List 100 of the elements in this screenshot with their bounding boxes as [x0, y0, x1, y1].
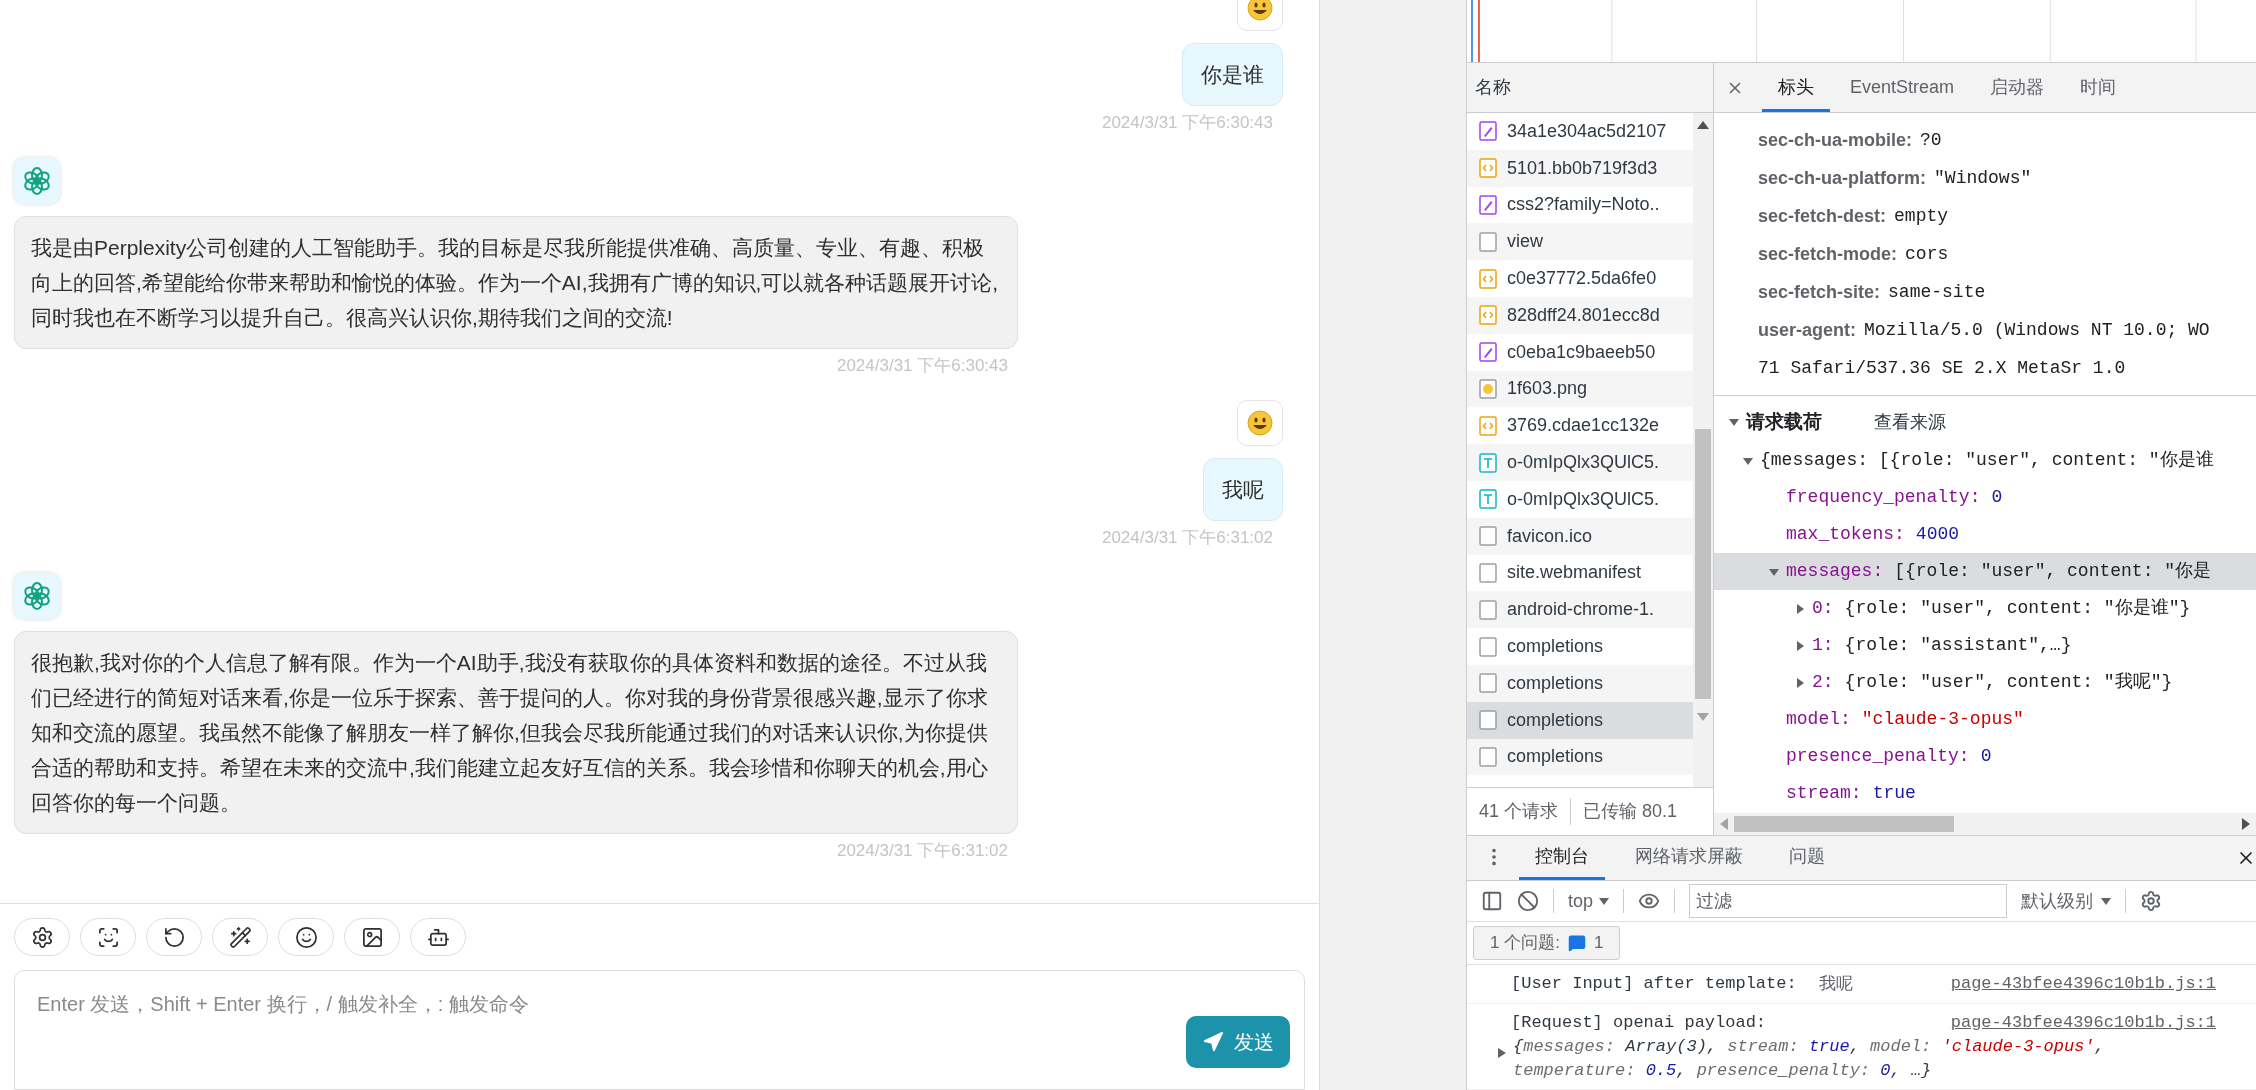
triangle-down-icon[interactable] — [1728, 416, 1740, 428]
details-tab[interactable]: EventStream — [1834, 66, 1971, 112]
level-dropdown[interactable]: 默认级别 — [2021, 887, 2112, 915]
request-name: completions — [1507, 708, 1604, 732]
tree-row[interactable]: {messages: [{role: "user", content: "你是谁 — [1714, 442, 2256, 479]
request-row[interactable]: 828dff24.801ecc8d — [1467, 297, 1693, 334]
details-tab[interactable]: 启动器 — [1974, 66, 2061, 112]
tool-button[interactable] — [278, 918, 334, 956]
user-message-bubble: 你是谁 — [1182, 43, 1283, 106]
tool-button[interactable] — [14, 918, 70, 956]
triangle-right-icon[interactable] — [1794, 676, 1806, 689]
file-icon — [1479, 636, 1497, 657]
font-file-icon — [1479, 489, 1497, 510]
property-text: model: "claude-3-opus" — [1786, 708, 2024, 731]
scrollbar[interactable] — [1693, 113, 1713, 787]
clear-icon[interactable] — [1517, 890, 1539, 912]
request-name: completions — [1507, 745, 1604, 769]
request-name: 5101.bb0b719f3d3 — [1507, 156, 1658, 180]
context-dropdown[interactable]: top — [1568, 887, 1610, 915]
tool-button[interactable] — [410, 918, 466, 956]
triangle-right-icon[interactable] — [1794, 639, 1806, 652]
font-file-icon — [1479, 452, 1497, 473]
file-icon — [1479, 231, 1497, 252]
request-row[interactable]: completions — [1467, 738, 1693, 776]
send-button[interactable]: 发送 — [1186, 1016, 1290, 1068]
tree-row[interactable]: 2: {role: "user", content: "我呢"} — [1714, 664, 2256, 701]
rotate-icon — [162, 925, 186, 949]
message-timestamp: 2024/3/31 下午6:30:43 — [836, 354, 1008, 377]
input-placeholder: Enter 发送，Shift + Enter 换行，/ 触发补全，: 触发命令 — [37, 992, 530, 1017]
property-text: max_tokens: 4000 — [1786, 523, 1960, 546]
pen-file-icon — [1479, 121, 1497, 142]
settings-icon[interactable] — [2140, 890, 2163, 912]
network-summary: 已传输 80.1 — [1570, 798, 1678, 825]
console-tab[interactable]: 网络请求屏蔽 — [1619, 836, 1759, 880]
request-name: completions — [1507, 635, 1604, 659]
request-row[interactable]: favicon.ico — [1467, 517, 1693, 555]
request-row[interactable]: completions — [1467, 664, 1693, 702]
request-row[interactable]: 1f603.png — [1467, 370, 1693, 408]
code-file-icon — [1479, 305, 1497, 326]
section-title: 请求载荷 — [1746, 409, 1822, 434]
tree-row[interactable]: 0: {role: "user", content: "你是谁"} — [1714, 590, 2256, 627]
code-file-icon — [1479, 268, 1497, 289]
request-name: c0e37772.5da6fe0 — [1507, 267, 1657, 291]
view-source-link[interactable]: 查看来源 — [1874, 408, 1946, 436]
property-text: 0: {role: "user", content: "你是谁"} — [1812, 597, 2191, 620]
tree-row[interactable]: max_tokens: 4000 — [1714, 516, 2256, 553]
tool-button[interactable] — [146, 918, 202, 956]
tree-row[interactable]: model: "claude-3-opus" — [1714, 701, 2256, 738]
tree-row[interactable]: stream: true — [1714, 775, 2256, 812]
console-tab[interactable]: 控制台 — [1519, 836, 1605, 880]
request-row[interactable]: view — [1467, 223, 1693, 261]
tool-button[interactable] — [344, 918, 400, 956]
request-row[interactable]: completions — [1467, 701, 1693, 739]
file-icon — [1479, 673, 1497, 694]
issues-button[interactable]: 1 个问题: 1 — [1473, 926, 1621, 960]
request-name: android-chrome-1. — [1507, 598, 1655, 622]
property-text: messages: [{role: "user", content: "你是 — [1786, 560, 2212, 583]
tool-button[interactable] — [212, 918, 268, 956]
property-text: stream: true — [1786, 782, 1916, 805]
request-row[interactable]: 5101.bb0b719f3d3 — [1467, 149, 1693, 187]
request-row[interactable]: android-chrome-1. — [1467, 591, 1693, 629]
tree-row[interactable]: frequency_penalty: 0 — [1714, 479, 2256, 516]
tree-row[interactable]: 1: {role: "assistant",…} — [1714, 627, 2256, 664]
message-input[interactable]: Enter 发送，Shift + Enter 换行，/ 触发补全，: 触发命令 发送 — [14, 970, 1305, 1090]
knot-logo-icon — [22, 580, 52, 611]
tree-row[interactable]: messages: [{role: "user", content: "你是 — [1714, 553, 2256, 590]
console-tab[interactable]: 问题 — [1773, 836, 1841, 880]
file-icon — [1479, 599, 1497, 620]
message-timestamp: 2024/3/31 下午6:30:43 — [1101, 112, 1273, 134]
header-line: sec-fetch-mode: cors — [1758, 242, 1950, 266]
send-icon — [1202, 1031, 1224, 1053]
pen-file-icon — [1479, 195, 1497, 215]
triangle-right-icon[interactable] — [1794, 602, 1806, 615]
file-icon — [1479, 710, 1497, 731]
filter-field[interactable]: 过滤 — [1689, 884, 2008, 918]
column-header[interactable]: 名称 — [1467, 63, 1713, 113]
knot-logo-icon — [22, 165, 52, 196]
horizontal-scrollbar[interactable] — [1714, 813, 2256, 835]
tool-button[interactable] — [80, 918, 136, 956]
issues-count: 1 — [1593, 932, 1604, 955]
details-tab[interactable]: 标头 — [1762, 66, 1830, 112]
log-value: 我呢 — [1818, 973, 1853, 995]
details-tab[interactable]: 时间 — [2064, 66, 2133, 112]
property-text: presence_penalty: 0 — [1786, 745, 1992, 768]
header-line: 71 Safari/537.36 SE 2.X MetaSr 1.0 — [1758, 356, 2127, 380]
request-name: view — [1507, 230, 1543, 254]
tree-row[interactable]: presence_penalty: 0 — [1714, 738, 2256, 775]
assistant-message-bubble: 很抱歉,我对你的个人信息了解有限。作为一个AI助手,我没有获取你的具体资料和数据的途径。不过从我们已经进行的简短对话来看,你是一位乐于探索、善于提问的人。你对我的身份背景很感兴趣,显示了你求知和交流的愿望。我虽然不能像了解朋友一样了解你,但我会尽我所能通过我们的对话来认识你,为你提供合适的帮助和支持。希望在未来的交流中,我们能建立起友好互信的关系。我会珍惜和你聊天的机会,用心回答你的每一个问题。 — [14, 630, 1018, 834]
sidebar-toggle-icon[interactable] — [1481, 890, 1503, 912]
smiley-icon — [1247, 0, 1273, 21]
message-icon — [1567, 934, 1586, 952]
triangle-right-icon[interactable] — [1497, 1047, 1507, 1059]
log-message: [User Input] after template: — [1511, 973, 1797, 995]
request-name: css2?family=Noto.. — [1507, 193, 1660, 217]
source-link[interactable]: page-43bfee4396c10b1b.js:1 — [1950, 1009, 2216, 1035]
request-row[interactable]: o-0mIpQlx3QUlC5. — [1467, 444, 1693, 481]
source-link[interactable]: page-43bfee4396c10b1b.js:1 — [1950, 971, 2216, 997]
code-file-icon — [1479, 158, 1497, 179]
pen-file-icon — [1479, 342, 1497, 363]
request-name: c0eba1c9baeeb50 — [1507, 340, 1656, 364]
